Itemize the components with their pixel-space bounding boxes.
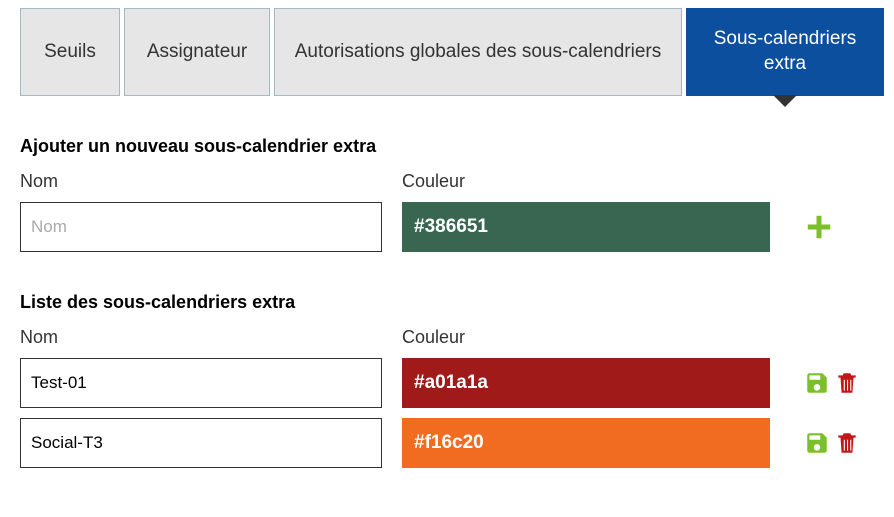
plus-icon [804, 212, 834, 242]
list-row: #a01a1a [20, 358, 894, 408]
trash-icon [834, 370, 860, 396]
add-button[interactable] [804, 212, 834, 242]
tab-sous-calendriers-extra[interactable]: Sous-calendriers extra [686, 8, 884, 96]
add-nom-input[interactable] [20, 202, 382, 252]
list-nom-label: Nom [20, 327, 382, 348]
list-section-title: Liste des sous-calendriers extra [20, 292, 894, 313]
list-row: #f16c20 [20, 418, 894, 468]
tab-autorisations[interactable]: Autorisations globales des sous-calendri… [274, 8, 682, 96]
add-couleur-label: Couleur [402, 171, 770, 192]
save-button[interactable] [804, 370, 830, 396]
add-color-swatch[interactable]: #386651 [402, 202, 770, 252]
add-nom-label: Nom [20, 171, 382, 192]
list-section-labels: Nom Couleur [20, 327, 894, 348]
tab-assignateur[interactable]: Assignateur [124, 8, 270, 96]
list-nom-input[interactable] [20, 358, 382, 408]
add-section-row: #386651 [20, 202, 894, 252]
delete-button[interactable] [834, 370, 860, 396]
add-section-labels: Nom Couleur [20, 171, 894, 192]
delete-button[interactable] [834, 430, 860, 456]
trash-icon [834, 430, 860, 456]
save-icon [804, 430, 830, 456]
list-color-swatch[interactable]: #f16c20 [402, 418, 770, 468]
list-couleur-label: Couleur [402, 327, 770, 348]
tab-seuils[interactable]: Seuils [20, 8, 120, 96]
save-icon [804, 370, 830, 396]
tabs: Seuils Assignateur Autorisations globale… [20, 8, 894, 96]
list-nom-input[interactable] [20, 418, 382, 468]
list-color-swatch[interactable]: #a01a1a [402, 358, 770, 408]
save-button[interactable] [804, 430, 830, 456]
add-section-title: Ajouter un nouveau sous-calendrier extra [20, 136, 894, 157]
